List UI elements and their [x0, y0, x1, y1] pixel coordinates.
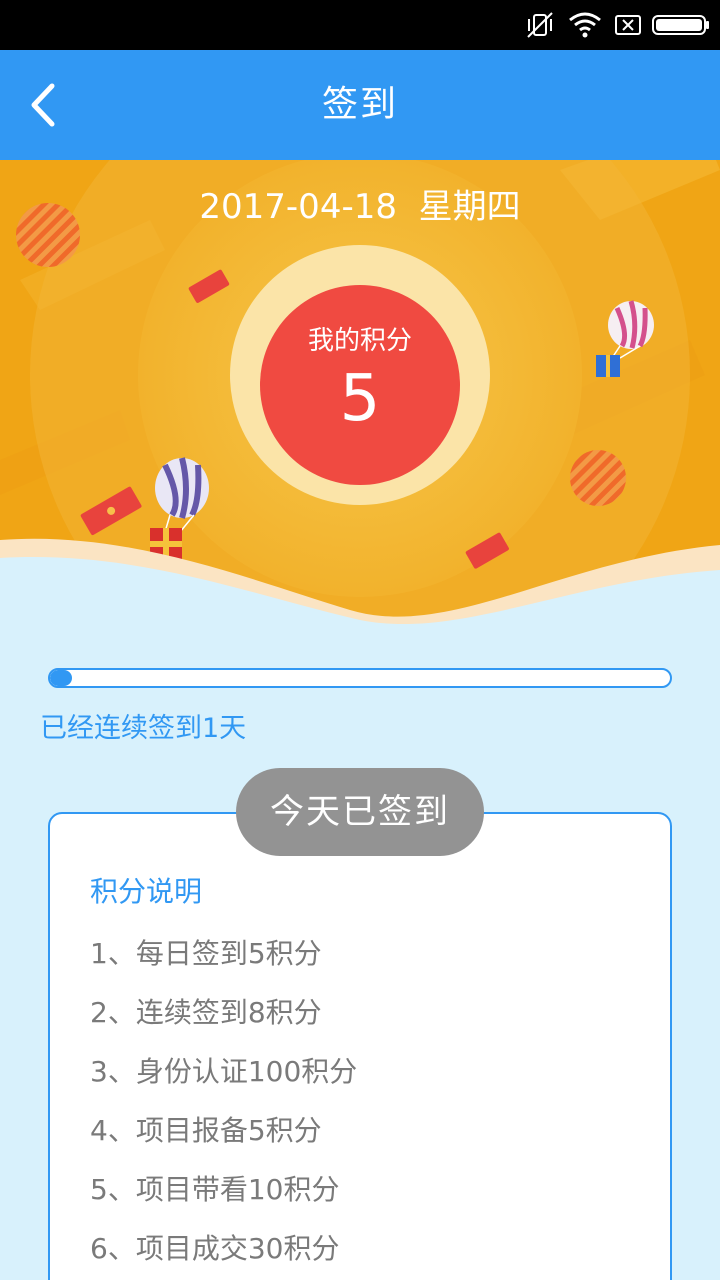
points-circle: 我的积分 5: [260, 285, 460, 485]
sim-x-icon: [615, 15, 641, 35]
date-weekday: 2017-04-18 星期四: [0, 184, 720, 230]
list-item: 3、身份认证100积分: [90, 1055, 358, 1088]
points-label: 我的积分: [307, 326, 412, 356]
list-item: 6、项目成交30积分: [90, 1232, 340, 1265]
points-hero: 2017-04-18 星期四 我的积分 5: [0, 160, 720, 640]
date-text: 2017-04-18: [199, 187, 397, 227]
signed-today-button[interactable]: 今天已签到: [236, 768, 484, 856]
list-item: 2、连续签到8积分: [90, 996, 322, 1029]
list-item: 4、项目报备5积分: [90, 1114, 322, 1147]
list-item: 5、项目带看10积分: [90, 1173, 340, 1206]
rules-list: 1、每日签到5积分 2、连续签到8积分 3、身份认证100积分 4、项目报备5积…: [90, 934, 357, 1280]
list-item: 1、每日签到5积分: [90, 937, 322, 970]
streak-text: 已经连续签到1天: [40, 713, 247, 744]
streak-progress-bar: [48, 668, 672, 688]
status-bar: [0, 0, 720, 50]
rules-card: 积分说明 1、每日签到5积分 2、连续签到8积分 3、身份认证100积分 4、项…: [48, 812, 672, 1280]
points-value: 5: [339, 362, 381, 436]
rules-title: 积分说明: [90, 875, 203, 908]
page-title: 签到: [321, 84, 398, 125]
app-bar: 签到: [0, 50, 720, 160]
vibrate-off-icon: [527, 12, 553, 38]
wifi-icon: [569, 12, 601, 38]
battery-icon: [652, 15, 709, 35]
weekday-text: 星期四: [418, 187, 521, 227]
streak-progress-fill: [50, 670, 72, 686]
